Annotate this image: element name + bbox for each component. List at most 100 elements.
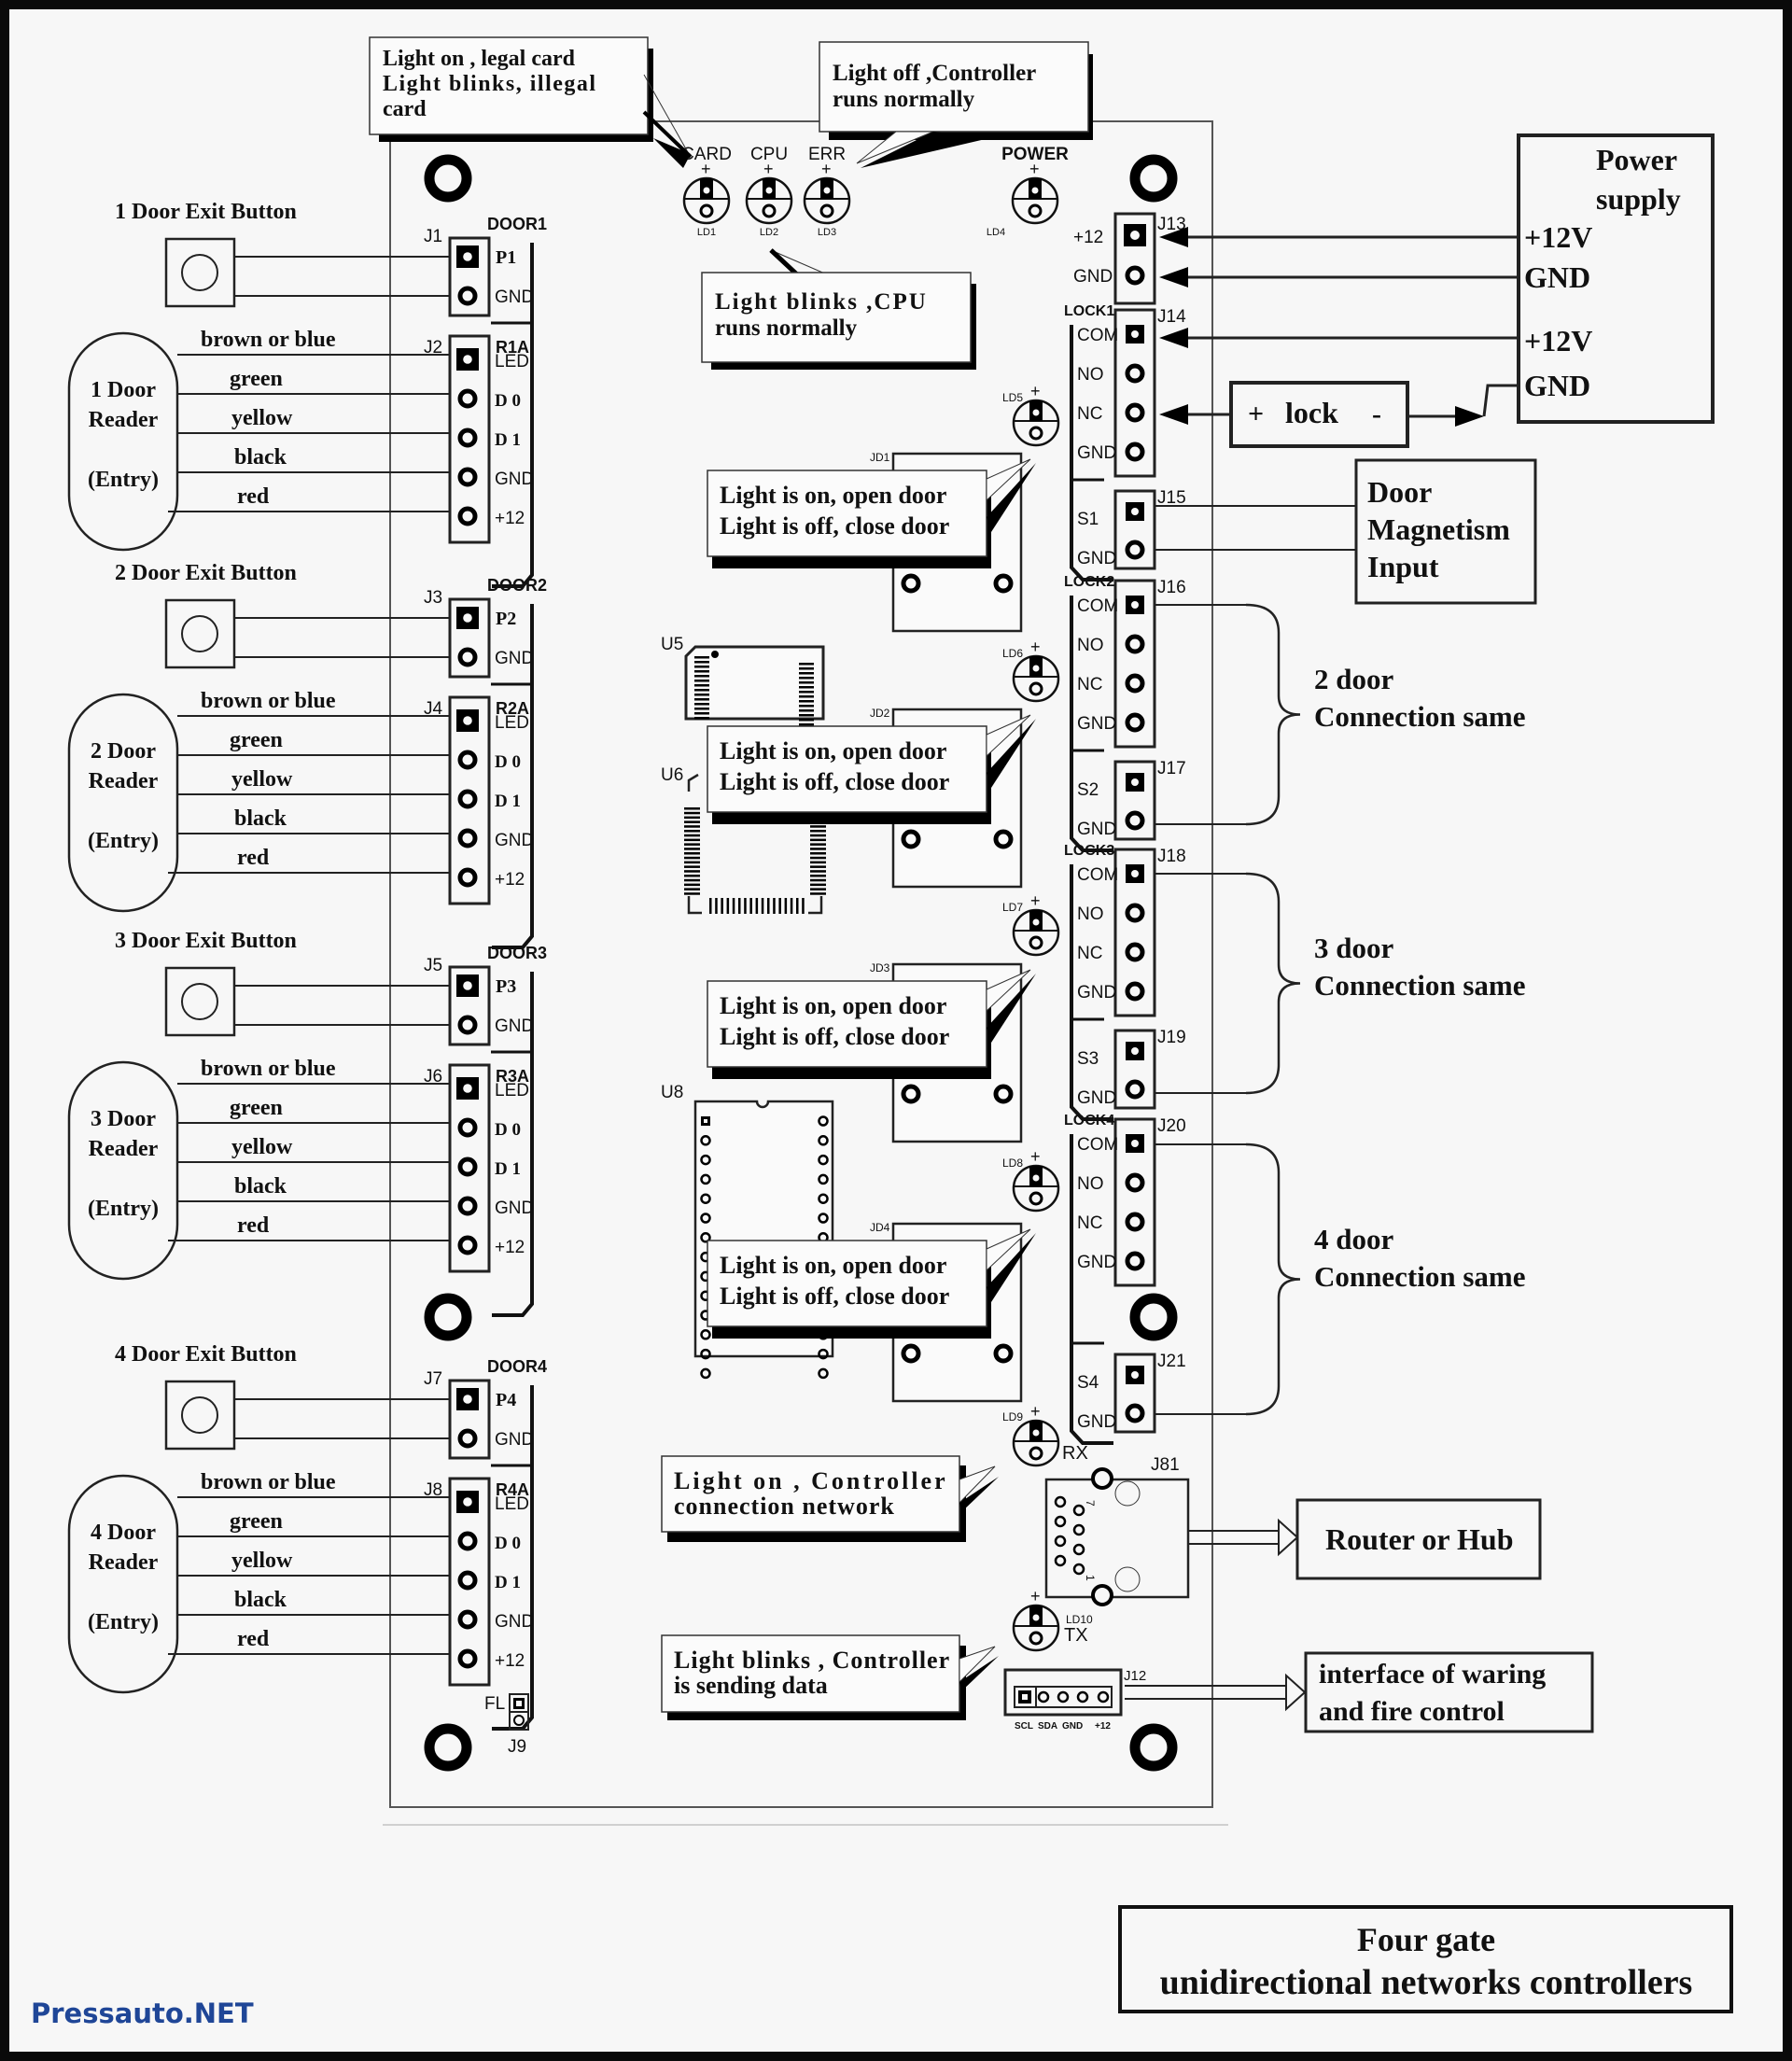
round-pad-icon (1125, 402, 1145, 423)
callout-rx: Light on , Controller connection network (661, 1455, 999, 1542)
callout-rx-line1: Light on , Controller (674, 1467, 948, 1494)
door-1-inputs: 1 Door Exit Button J1 DOOR1 P1 GND 1 Door Read… (67, 200, 547, 588)
round-pad-icon (457, 750, 478, 770)
rj45-jack-icon (1044, 1478, 1190, 1599)
sensor-connector-ref: J19 (1157, 1028, 1186, 1047)
exit-button-icon (164, 237, 236, 308)
reader-label-line1: 2 Door (91, 739, 156, 764)
lock-group-label: LOCK3 (1064, 843, 1114, 859)
callout-relay-line2: Light is off, close door (720, 1023, 949, 1050)
arrow-left-icon (1159, 404, 1188, 425)
tx-label: TX (1064, 1625, 1088, 1646)
round-pad-icon (457, 1157, 478, 1177)
sensor-connector-ref: J21 (1157, 1352, 1186, 1371)
reader-label-line1: 4 Door (91, 1521, 156, 1545)
lock-group-label: LOCK2 (1064, 574, 1114, 590)
j12-pin-sda: SDA (1038, 1721, 1057, 1732)
callout-relay-1: Light is on, open door Light is off, clos… (707, 458, 1036, 568)
sensor-pin-label: S2 (1077, 780, 1099, 800)
round-pad-icon (1125, 1251, 1145, 1271)
mounting-hole-icon (424, 1723, 472, 1772)
wire-color-label: red (237, 1213, 270, 1238)
sensor-pin-label: S4 (1077, 1373, 1099, 1393)
router-hub-label: Router or Hub (1325, 1522, 1514, 1556)
card-reader-icon (67, 693, 179, 913)
mounting-hole-icon (424, 1293, 472, 1341)
button-connector-ref: J3 (424, 588, 442, 608)
mounting-hole-icon (1129, 1723, 1178, 1772)
lock-1-outputs: LOCK1 J14 COM NO NC GND J15 S1 GND (1064, 303, 1186, 582)
wire-color-label: yellow (231, 767, 293, 792)
lock-minus: - (1372, 399, 1381, 429)
exit-button-label: 4 Door Exit Button (115, 1342, 297, 1367)
lock-pin-label: NO (1077, 1174, 1104, 1194)
connection-same-group: 2 door Connection same 3 door Connection sa… (1155, 603, 1525, 1416)
callout-cpu: Light blinks ,CPU runs normally (701, 248, 976, 370)
wire-color-label: yellow (231, 406, 293, 430)
round-pad-icon (457, 647, 478, 667)
button-pin-label: P3 (496, 976, 516, 997)
lock-pin-label: GND (1077, 1253, 1116, 1272)
lock-group-label: LOCK1 (1064, 303, 1114, 319)
lock-label: lock (1285, 396, 1338, 429)
lock-led-ref: LD6 (1002, 647, 1023, 660)
j12-pin-plus12: +12 (1095, 1721, 1111, 1732)
brace-icon (1245, 603, 1301, 826)
status-led-label: ERR (808, 145, 846, 164)
reader-label-line3: (Entry) (88, 1197, 159, 1221)
button-connector-ref: J7 (424, 1369, 442, 1389)
ps-terminal-12v-a: +12V (1524, 220, 1592, 254)
callout-relay-line2: Light is off, close door (720, 512, 949, 540)
round-pad-icon (1125, 634, 1145, 654)
button-gnd-label: GND (495, 1016, 534, 1036)
wire-color-label: brown or blue (201, 1470, 336, 1494)
door-4-inputs: 4 Door Exit Button J7 DOOR4 P4 GND 4 Door Read… (67, 1342, 547, 1731)
button-gnd-label: GND (495, 287, 534, 307)
fire-jumper-j9: FL J9 (484, 1693, 529, 1757)
callout-relay-line1: Light is on, open door (720, 992, 946, 1019)
wire-color-label: green (230, 367, 283, 391)
reader-pin-label: GND (495, 831, 534, 850)
chip-u5-label: U5 (661, 635, 683, 654)
callout-cpu-line2: runs normally (715, 315, 858, 341)
lock-led-ref: LD7 (1002, 901, 1023, 914)
j13-pin-gnd: GND (1073, 267, 1113, 287)
ps-terminal-12v-b: +12V (1524, 324, 1592, 358)
lock-led-ref: LD5 (1002, 391, 1023, 404)
reader-pin-label: +12 (495, 1651, 525, 1671)
watermark: Pressauto.NET (31, 1998, 254, 2029)
round-pad-icon (1125, 1212, 1145, 1232)
j12-label: J12 (1124, 1668, 1146, 1684)
status-led-power: +POWERLD4 (987, 145, 1069, 238)
rj45-pin1-label: 1 (1084, 1575, 1097, 1581)
network-section: +LD9 RX + LD10 TX J81 7 1 Router or Hub … (1002, 1402, 1594, 1733)
callout-cpu-line1: Light blinks ,CPU (715, 289, 928, 315)
sensor-gnd-label: GND (1077, 549, 1116, 568)
j12-pin-scl: SCL (1015, 1721, 1033, 1732)
mounting-hole-icon (1129, 1293, 1178, 1341)
round-pad-icon (1125, 1079, 1145, 1100)
exit-button-icon (164, 966, 236, 1037)
exit-button-label: 1 Door Exit Button (115, 200, 297, 224)
round-pad-icon (1125, 903, 1145, 923)
callout-err-line1: Light off ,Controller (833, 61, 1036, 86)
connection-same-3: 3 door Connection same (1155, 872, 1525, 1095)
exit-button-icon (164, 1380, 236, 1451)
door-group-label: DOOR2 (487, 576, 547, 595)
wire-color-label: black (234, 1588, 287, 1612)
lock-group-label: LOCK4 (1064, 1113, 1114, 1129)
svg-text:+: + (1030, 891, 1041, 910)
status-led-ref: LD2 (760, 227, 778, 238)
callout-relay-line2: Light is off, close door (720, 1283, 949, 1310)
ps-terminal-gnd-b: GND (1524, 369, 1590, 402)
lock-pin-label: NC (1077, 1213, 1102, 1233)
lock-pin-label: GND (1077, 443, 1116, 463)
round-pad-icon (1125, 942, 1145, 962)
round-pad-icon (1125, 673, 1145, 694)
round-pad-icon (457, 1428, 478, 1449)
sensor-connector-ref: J17 (1157, 759, 1186, 778)
lock-pin-label: COM (1077, 596, 1118, 616)
power-connector-j13: J13 +12 GND (1073, 212, 1186, 305)
wire-color-label: red (237, 484, 270, 509)
callout-rx-line2: connection network (674, 1493, 895, 1520)
